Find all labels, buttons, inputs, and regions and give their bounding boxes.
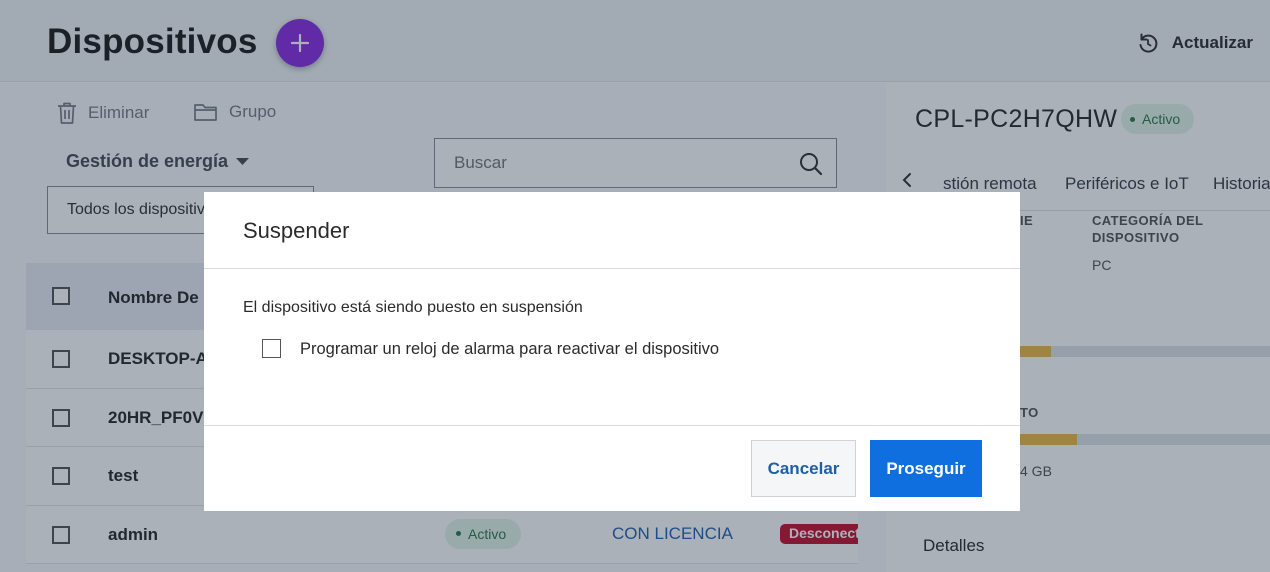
suspend-dialog: Suspender El dispositivo está siendo pue… bbox=[204, 192, 1020, 511]
cancel-button[interactable]: Cancelar bbox=[751, 440, 856, 497]
proceed-button[interactable]: Proseguir bbox=[870, 440, 982, 497]
dialog-message: El dispositivo está siendo puesto en sus… bbox=[243, 299, 583, 316]
divider bbox=[204, 425, 1020, 426]
alarm-clock-checkbox[interactable] bbox=[262, 339, 281, 358]
alarm-clock-checkbox-label[interactable]: Programar un reloj de alarma para reacti… bbox=[300, 340, 719, 359]
dialog-title: Suspender bbox=[243, 218, 350, 243]
divider bbox=[204, 268, 1020, 269]
